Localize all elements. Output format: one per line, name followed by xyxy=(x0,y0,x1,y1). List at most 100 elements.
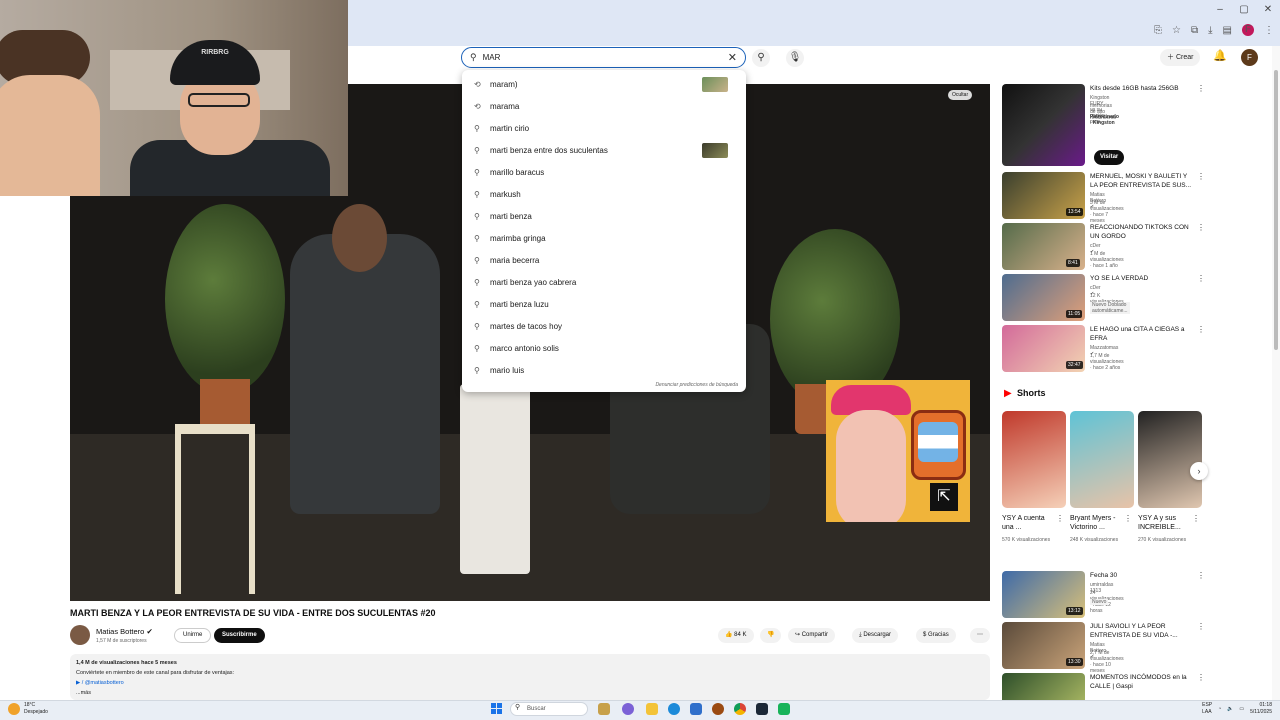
search-suggestion[interactable]: ⚲ marimba gringa xyxy=(462,227,746,249)
tab-search-icon[interactable]: ▤ xyxy=(1223,25,1232,36)
browser-menu-icon[interactable]: ⋮ xyxy=(1264,25,1274,36)
thanks-button[interactable]: $ Gracias xyxy=(916,628,956,643)
language-indicator[interactable]: ESP LAA xyxy=(1202,702,1212,716)
ad-title[interactable]: Kits desde 16GB hasta 256GB xyxy=(1090,84,1195,93)
search-suggestion[interactable]: ⟲ marama xyxy=(462,95,746,117)
notifications-bell-icon[interactable]: 🔔 xyxy=(1213,49,1227,62)
short-views: 270 K visualizaciones xyxy=(1138,537,1187,543)
video-title[interactable]: MERNUEL, MOSKI Y BAULETI Y LA PEOR ENTRE… xyxy=(1090,172,1195,190)
video-overlay-button[interactable]: Ocultar xyxy=(948,90,973,100)
close-window-button[interactable]: ✕ xyxy=(1256,0,1280,20)
short-title[interactable]: YSY A cuenta una ... xyxy=(1002,514,1058,532)
account-avatar[interactable]: F xyxy=(1241,49,1258,66)
short-thumbnail[interactable] xyxy=(1138,411,1202,508)
search-input[interactable]: ⚲ MAR ✕ xyxy=(461,47,746,68)
weather-desc: Despejado xyxy=(24,709,48,715)
more-options-icon[interactable]: ⋮ xyxy=(1197,172,1205,181)
visit-site-button[interactable]: Visitar sitio web xyxy=(1094,150,1125,190)
search-suggestion[interactable]: ⚲ marillo baracus xyxy=(462,161,746,183)
short-title[interactable]: Bryant Myers - Victorino ... xyxy=(1070,514,1126,532)
search-button[interactable]: ⚲ xyxy=(752,49,770,67)
cast-icon[interactable]: ⎘ xyxy=(1154,25,1162,36)
search-query-text[interactable]: MAR xyxy=(483,53,728,62)
clear-search-icon[interactable]: ✕ xyxy=(728,51,737,64)
store-icon[interactable] xyxy=(690,703,702,715)
search-suggestion[interactable]: ⚲ martin cirio xyxy=(462,117,746,139)
dislike-button[interactable]: 👎 xyxy=(760,628,782,643)
file-explorer-icon[interactable] xyxy=(646,703,658,715)
search-suggestion[interactable]: ⚲ maria becerra xyxy=(462,249,746,271)
download-button[interactable]: ⤓ Descargar xyxy=(852,628,899,643)
weather-widget[interactable]: 18°C Despejado xyxy=(24,702,48,716)
video-title[interactable]: Fecha 30 xyxy=(1090,571,1195,580)
video-title[interactable]: YO SE LA VERDAD xyxy=(1090,274,1195,283)
taskbar-app-icon[interactable] xyxy=(778,703,790,715)
extensions-icon[interactable]: ⧉ xyxy=(1191,25,1198,36)
video-title[interactable]: MOMENTOS INCÓMODOS en la CALLE | Gaspi xyxy=(1090,673,1195,691)
download-icon[interactable]: ⤓ xyxy=(1208,25,1212,36)
steam-icon[interactable] xyxy=(756,703,768,715)
video-title[interactable]: REACCIONANDO TIKTOKS CON UN GORDO xyxy=(1090,223,1195,241)
more-actions-button[interactable]: ⋯ xyxy=(970,628,990,643)
share-button[interactable]: ↪ Compartir xyxy=(788,628,836,643)
browser-profile-avatar[interactable]: F xyxy=(1242,24,1254,36)
search-suggestion[interactable]: ⚲ marti benza entre dos suculentas xyxy=(462,139,746,161)
suggestion-thumbnail xyxy=(702,142,728,158)
create-button[interactable]: ＋ Crear xyxy=(1160,49,1201,66)
volume-icon[interactable]: 🔈 xyxy=(1227,706,1233,712)
voice-search-button[interactable]: 🎙 xyxy=(786,49,804,67)
search-suggestion[interactable]: ⟲ maram) xyxy=(462,73,746,95)
edge-icon[interactable] xyxy=(668,703,680,715)
taskbar-app-icon[interactable] xyxy=(712,703,724,715)
search-suggestion[interactable]: ⚲ martes de tacos hoy xyxy=(462,315,746,337)
video-title: MARTI BENZA Y LA PEOR ENTREVISTA DE SU V… xyxy=(70,608,436,618)
more-options-icon[interactable]: ⋮ xyxy=(1197,223,1205,232)
taskbar-search[interactable]: Buscar xyxy=(510,702,588,716)
more-options-icon[interactable]: ⋮ xyxy=(1056,514,1064,523)
join-button[interactable]: Unirme xyxy=(174,628,212,643)
more-options-icon[interactable]: ⋮ xyxy=(1197,571,1205,580)
short-thumbnail[interactable] xyxy=(1070,411,1134,508)
short-thumbnail[interactable] xyxy=(1002,411,1066,508)
more-options-icon[interactable]: ⋮ xyxy=(1192,514,1200,523)
subscribe-button[interactable]: Suscribirme xyxy=(214,628,265,643)
video-title[interactable]: JULI SAVIOLI Y LA PEOR ENTREVISTA DE SU … xyxy=(1090,622,1195,640)
description-link[interactable]: ▶ / @matiasbottero xyxy=(76,678,984,688)
search-suggestion[interactable]: ⚲ markush xyxy=(462,183,746,205)
search-suggestion[interactable]: ⚲ marti benza xyxy=(462,205,746,227)
external-link-icon[interactable]: ⇱ xyxy=(930,483,958,511)
more-options-icon[interactable]: ⋮ xyxy=(1197,84,1205,93)
suggestion-text: maria becerra xyxy=(490,255,540,265)
search-suggestion[interactable]: ⚲ marti benza luzu xyxy=(462,293,746,315)
more-options-icon[interactable]: ⋮ xyxy=(1197,673,1205,682)
chrome-icon[interactable] xyxy=(734,703,746,715)
clock[interactable]: 01:18 5/11/2025 xyxy=(1250,702,1272,716)
search-suggestion[interactable]: ⚲ marti benza yao cabrera xyxy=(462,271,746,293)
weather-icon[interactable] xyxy=(8,703,20,715)
more-options-icon[interactable]: ⋮ xyxy=(1197,622,1205,631)
video-title[interactable]: LE HAGO una CITA A CIEGAS a EFRA xyxy=(1090,325,1195,343)
more-options-icon[interactable]: ⋮ xyxy=(1197,274,1205,283)
like-button[interactable]: 👍 84 K xyxy=(718,628,754,643)
search-suggestion[interactable]: ⚲ mario luis xyxy=(462,359,746,381)
description-box[interactable]: 1,4 M de visualizaciones hace 5 meses Co… xyxy=(70,654,990,700)
ad-thumbnail[interactable] xyxy=(1002,84,1085,166)
report-predictions-link[interactable]: Denunciar predicciones de búsqueda xyxy=(655,382,738,388)
channel-name[interactable]: Matias Bottero ✔ xyxy=(96,627,153,636)
wifi-icon[interactable]: ◔ xyxy=(1218,706,1221,712)
battery-icon[interactable]: ▭ xyxy=(1239,706,1244,712)
star-icon[interactable]: ☆ xyxy=(1172,25,1181,36)
shorts-next-button[interactable]: › xyxy=(1190,462,1208,480)
windows-start-icon[interactable] xyxy=(491,703,503,715)
more-options-icon[interactable]: ⋮ xyxy=(1197,325,1205,334)
short-title[interactable]: YSY A y sus INCREIBLE... xyxy=(1138,514,1194,532)
search-suggestion[interactable]: ⚲ marco antonio solis xyxy=(462,337,746,359)
minimize-button[interactable]: – xyxy=(1208,0,1232,20)
taskbar-app-icon[interactable] xyxy=(598,703,610,715)
maximize-button[interactable]: ▢ xyxy=(1232,0,1256,20)
scrollbar-thumb[interactable] xyxy=(1274,70,1278,350)
copilot-icon[interactable] xyxy=(622,703,634,715)
show-more-link[interactable]: ...más xyxy=(76,688,984,698)
more-options-icon[interactable]: ⋮ xyxy=(1124,514,1132,523)
channel-avatar[interactable] xyxy=(70,625,90,645)
